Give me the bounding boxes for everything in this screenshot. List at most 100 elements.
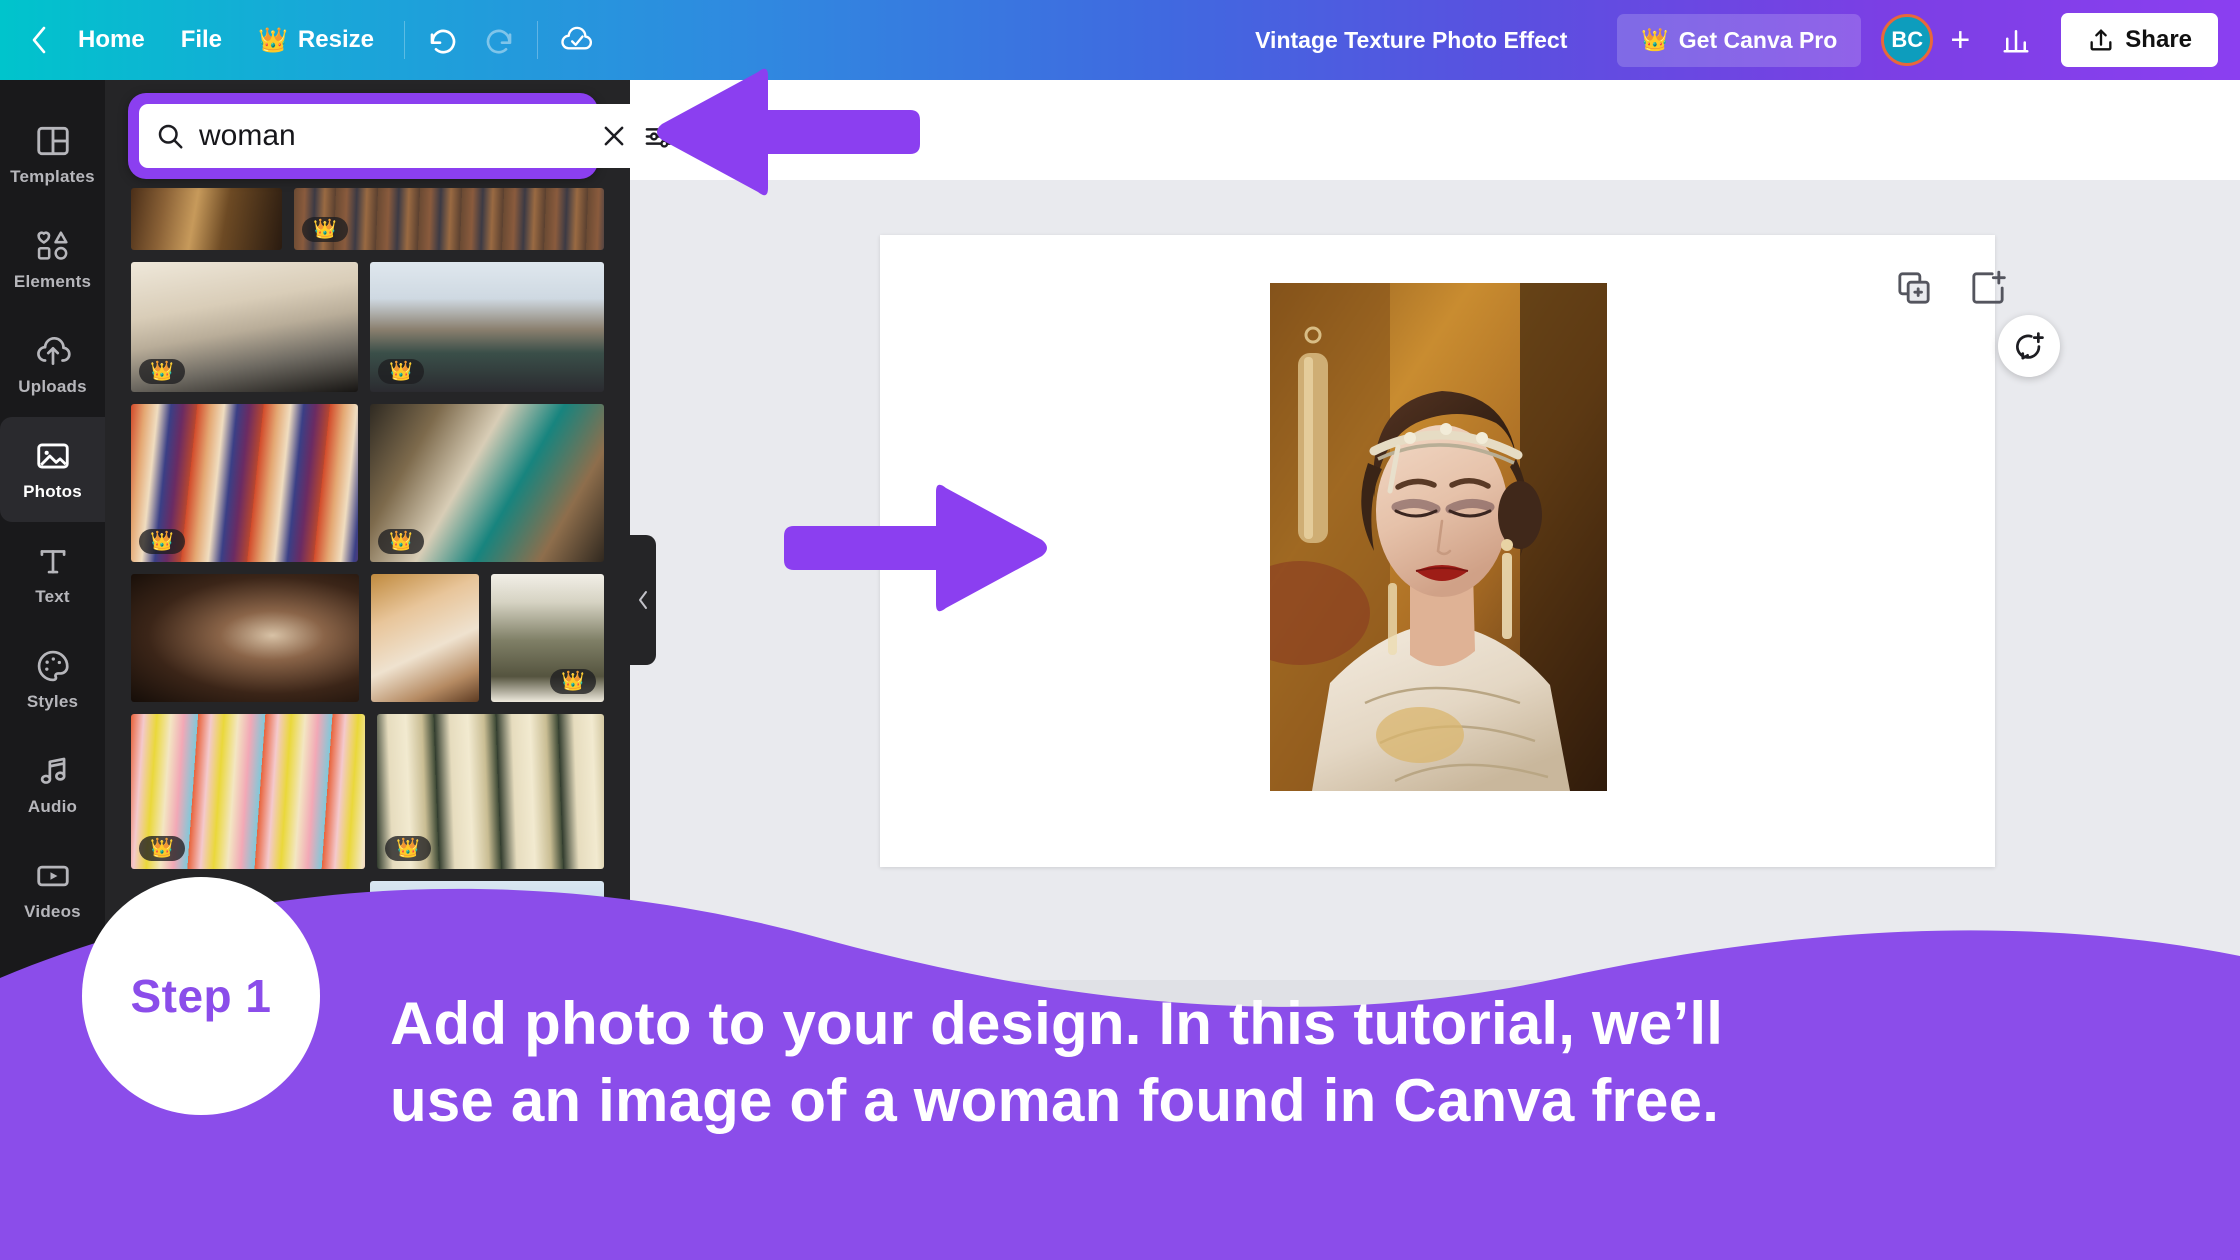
file-menu-button[interactable]: File [163,16,240,64]
thumb-flapper-portrait[interactable] [371,574,479,702]
insights-button[interactable] [1989,13,2043,67]
pro-label: Get Canva Pro [1679,27,1838,54]
upload-cloud-icon [34,332,72,370]
chevron-left-icon [27,23,51,57]
photo-grid-row: 👑 [131,188,604,250]
avatar-initials: BC [1891,27,1923,53]
avatar[interactable]: BC [1881,14,1933,66]
home-button[interactable]: Home [60,16,163,64]
clear-search-button[interactable] [599,121,629,151]
header-right-group: Vintage Texture Photo Effect 👑 Get Canva… [1239,0,2240,80]
add-page-button[interactable] [1968,268,2008,308]
bar-chart-icon [2001,25,2031,55]
sidebar-item-styles[interactable]: Styles [0,627,105,732]
thumb-couple-shopping[interactable]: 👑 [370,262,604,392]
arrow-pointing-right-to-canvas [782,478,1054,623]
header-divider [404,21,405,59]
redo-button[interactable] [471,13,525,67]
add-comment-icon [2012,329,2046,363]
collapse-panel-button[interactable] [630,535,656,665]
search-icon [155,121,185,151]
search-input[interactable] [199,119,585,153]
sidebar-item-label: Elements [14,272,91,292]
page-tools [1894,268,2008,308]
thumb-boutique-women[interactable]: 👑 [370,404,604,562]
left-arrow-icon [650,62,920,202]
undo-icon [428,24,460,56]
thumb-vintage-party[interactable] [131,574,359,702]
sidebar-item-label: Uploads [18,377,86,397]
text-icon [34,542,72,580]
redo-icon [482,24,514,56]
photo-icon [34,437,72,475]
photo-grid-row: 👑 [131,574,604,702]
sidebar-item-templates[interactable]: Templates [0,102,105,207]
add-comment-button[interactable] [1998,315,2060,377]
sidebar-item-label: Templates [10,167,95,187]
sidebar-item-uploads[interactable]: Uploads [0,312,105,417]
chevron-left-icon [635,587,651,613]
photo-grid-row: 👑 👑 [131,262,604,392]
plus-icon: + [1950,21,1970,60]
header-divider-2 [537,21,538,59]
duplicate-page-icon [1894,268,1934,308]
step-badge-label: Step 1 [130,969,271,1023]
tutorial-caption: Add photo to your design. In this tutori… [390,986,2190,1140]
thumb-folded-sweaters[interactable]: 👑 [131,262,358,392]
pro-badge: 👑 [378,529,424,554]
canvas-photo[interactable] [1270,283,1607,791]
pro-badge: 👑 [550,669,596,694]
sidebar-item-photos[interactable]: Photos [0,417,105,522]
save-status-button[interactable] [550,13,604,67]
sidebar-item-text[interactable]: Text [0,522,105,627]
elements-icon [34,227,72,265]
thumb-curtains[interactable] [131,188,282,250]
photo-grid-row: 👑 👑 [131,404,604,562]
crown-icon: 👑 [1641,27,1668,53]
resize-button[interactable]: 👑 Resize [240,16,392,65]
thumb-green-coat[interactable]: 👑 [491,574,604,702]
share-button[interactable]: Share [2061,13,2218,67]
right-arrow-icon [782,478,1054,618]
music-note-icon [34,752,72,790]
sidebar-item-label: Photos [23,482,82,502]
palette-icon [34,647,72,685]
vintage-woman-portrait [1270,283,1607,791]
pro-badge: 👑 [139,359,185,384]
file-label: File [181,26,222,54]
undo-button[interactable] [417,13,471,67]
resize-label: Resize [298,26,374,54]
step-badge: Step 1 [82,877,320,1115]
back-button[interactable] [22,23,56,57]
search-bar[interactable] [139,104,690,168]
thumb-cream-dresses[interactable]: 👑 [377,714,604,869]
close-icon [599,121,629,151]
caption-line-2: use an image of a woman found in Canva f… [390,1063,2190,1140]
upload-icon [2087,26,2115,54]
sidebar-item-audio[interactable]: Audio [0,732,105,837]
pro-badge: 👑 [302,217,348,242]
thumb-clothing-rack-crowd[interactable]: 👑 [294,188,604,250]
share-label: Share [2125,26,2192,54]
duplicate-page-button[interactable] [1894,268,1934,308]
home-label: Home [78,26,145,54]
add-page-icon [1968,268,2008,308]
pro-badge: 👑 [139,529,185,554]
arrow-pointing-left-to-search [650,62,920,207]
caption-line-1: Add photo to your design. In this tutori… [390,986,2190,1063]
sidebar-item-label: Audio [28,797,77,817]
app-header: Home File 👑 Resize Vintage Texture Photo [0,0,2240,80]
get-canva-pro-button[interactable]: 👑 Get Canva Pro [1617,14,1861,67]
sidebar-item-elements[interactable]: Elements [0,207,105,312]
sidebar-item-label: Styles [27,692,78,712]
pro-badge: 👑 [139,836,185,861]
canva-editor-screenshot: Home File 👑 Resize Vintage Texture Photo [0,0,2240,1260]
thumb-pastel-rack[interactable]: 👑 [131,714,365,869]
thumb-colorful-rack[interactable]: 👑 [131,404,358,562]
add-collaborator-button[interactable]: + [1937,17,1983,63]
templates-icon [34,122,72,160]
pro-badge: 👑 [385,836,431,861]
sidebar-item-label: Text [35,587,70,607]
search-highlight-frame [128,93,598,179]
document-title[interactable]: Vintage Texture Photo Effect [1239,17,1583,64]
